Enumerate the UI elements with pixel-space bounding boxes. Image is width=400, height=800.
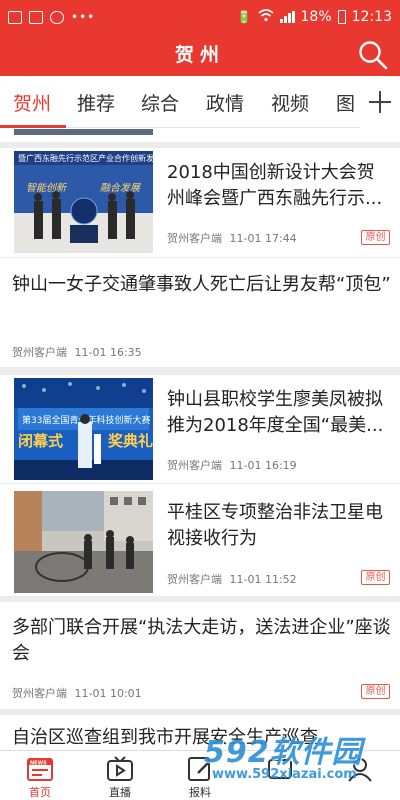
news-meta: 贺州客户端 11-01 16:19: [167, 457, 297, 473]
channel-tabs: 贺州 推荐 综合 政情 视频 图: [0, 76, 400, 128]
news-time: 11-01 11:52: [229, 573, 297, 586]
active-tab-indicator: [0, 125, 66, 128]
nav-label: 首页: [29, 786, 51, 799]
svg-text:融合发展: 融合发展: [100, 182, 141, 194]
svg-text:NEWS: NEWS: [30, 760, 47, 766]
news-source: 贺州客户端: [167, 573, 222, 586]
tab-video[interactable]: 视频: [271, 76, 309, 127]
news-meta: 贺州客户端 11-01 10:01: [12, 685, 142, 701]
news-feed[interactable]: 暨广西东融先行示范区产业合作创新发展 智能创新 融合发展 2018中国创新设计大: [0, 129, 400, 750]
site-watermark: 592软件园 www.592xiazai.com: [198, 727, 400, 800]
gallery-icon: [8, 10, 22, 24]
battery-icon: [337, 10, 346, 24]
divider: [0, 596, 400, 602]
divider: [0, 257, 400, 258]
status-notifications: •••: [8, 10, 95, 24]
title-bar: 贺州: [0, 34, 400, 76]
divider: [0, 483, 400, 484]
silent-icon: 🔋: [236, 10, 252, 24]
app-screen: ••• 🔋 18% 12:13 贺州 贺州 推荐 综合 政情 视频 图 暨广西东…: [0, 0, 400, 800]
news-time: 11-01 10:01: [74, 687, 142, 700]
nav-label: 直播: [109, 786, 131, 799]
news-source: 贺州客户端: [167, 459, 222, 472]
news-title: 多部门联合开展“执法大走访，送法进企业”座谈会: [12, 617, 391, 664]
tab-general[interactable]: 综合: [141, 76, 179, 127]
wifi-icon: [257, 8, 274, 26]
tv-icon: [107, 756, 133, 781]
svg-text:闭幕式: 闭幕式: [18, 432, 63, 450]
news-time: 11-01 17:44: [229, 232, 297, 245]
search-icon: [359, 41, 388, 70]
svg-text:智能创新: 智能创新: [26, 182, 68, 194]
original-badge: 原创: [361, 230, 390, 245]
svg-text:奖典礼: 奖典礼: [108, 432, 153, 450]
tab-recommend[interactable]: 推荐: [77, 76, 115, 127]
search-button[interactable]: [356, 38, 390, 72]
battery-percent: 18%: [300, 9, 332, 25]
page-title: 贺州: [174, 44, 225, 66]
svg-text:暨广西东融先行示范区产业合作创新发展: 暨广西东融先行示范区产业合作创新发展: [18, 153, 153, 163]
app-notification-icon: [29, 10, 43, 24]
tab-pictures[interactable]: 图: [336, 76, 355, 127]
status-bar: ••• 🔋 18% 12:13: [0, 0, 400, 34]
news-title: 2018中国创新设计大会贺州峰会暨广西东融先行示...: [167, 162, 383, 209]
previous-item-image: [14, 129, 153, 135]
news-icon: NEWS: [27, 758, 53, 781]
watermark-url: www.592xiazai.com: [212, 767, 357, 782]
nav-live[interactable]: 直播: [80, 751, 160, 800]
tab-hezhou[interactable]: 贺州: [13, 76, 51, 127]
divider: [0, 709, 400, 715]
news-thumbnail: 暨广西东融先行示范区产业合作创新发展 智能创新 融合发展: [14, 151, 153, 253]
news-meta: 贺州客户端 11-01 16:35: [12, 344, 142, 360]
original-badge: 原创: [361, 684, 390, 699]
news-source: 贺州客户端: [12, 346, 67, 359]
divider: [0, 367, 400, 375]
news-title: 平桂区专项整治非法卫星电视接收行为: [167, 502, 383, 549]
news-title: 钟山县职校学生廖美凤被拟推为2018年度全国“最美...: [167, 389, 384, 436]
news-meta: 贺州客户端 11-01 11:52: [167, 571, 297, 587]
nav-home[interactable]: NEWS 首页: [0, 751, 80, 800]
divider: [0, 142, 400, 148]
cast-icon: [50, 10, 64, 24]
news-title: 钟山一女子交通肇事致人死亡后让男友帮“顶包”: [12, 274, 391, 295]
original-badge: 原创: [361, 570, 390, 585]
news-meta: 贺州客户端 11-01 17:44: [167, 230, 297, 246]
watermark-logo: 592软件园: [204, 735, 363, 770]
news-source: 贺州客户端: [167, 232, 222, 245]
signal-icon: [279, 11, 295, 23]
more-notifications-icon: •••: [71, 10, 96, 24]
news-thumbnail: [14, 491, 153, 593]
news-thumbnail: 第33届全国青少年科技创新大赛 闭幕式 奖典礼: [14, 378, 153, 480]
news-time: 11-01 16:35: [74, 346, 142, 359]
tab-politics[interactable]: 政情: [206, 76, 244, 127]
news-time: 11-01 16:19: [229, 459, 297, 472]
news-source: 贺州客户端: [12, 687, 67, 700]
clock: 12:13: [351, 9, 392, 25]
add-channel-button[interactable]: [360, 76, 400, 128]
